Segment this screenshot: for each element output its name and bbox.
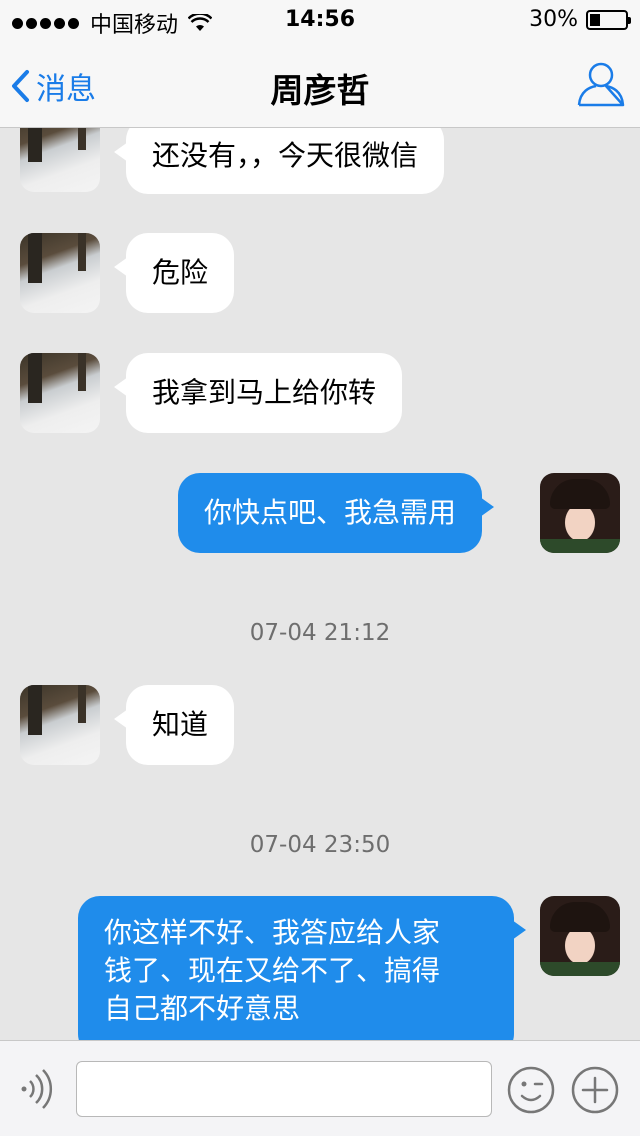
message-input[interactable] — [76, 1061, 492, 1117]
message-bubble-incoming[interactable]: 还没有，，今天很微信 — [113, 128, 445, 194]
message-text-line: 自己都不好意思 — [104, 992, 301, 1025]
my-avatar[interactable] — [540, 896, 620, 976]
message-text: 我拿到马上给你转 — [152, 376, 377, 409]
message-bubble-incoming[interactable]: 知道 — [113, 685, 235, 765]
person-icon[interactable] — [576, 58, 626, 108]
contact-avatar[interactable] — [20, 128, 100, 192]
emoji-icon[interactable] — [506, 1065, 556, 1115]
message-bubble-incoming[interactable]: 危险 — [113, 233, 235, 313]
plus-icon[interactable] — [570, 1065, 620, 1115]
navigation-bar: 消息 周彦哲 — [0, 40, 640, 128]
message-bubble-incoming[interactable]: 我拿到马上给你转 — [113, 353, 403, 433]
battery-icon — [586, 9, 631, 30]
contact-avatar[interactable] — [20, 353, 100, 433]
message-bubble-outgoing[interactable]: 你这样不好、我答应给人家 钱了、现在又给不了、搞得 自己都不好意思 — [78, 896, 526, 1040]
message-timestamp: 07-04 21:12 — [249, 620, 391, 646]
my-avatar[interactable] — [540, 473, 620, 553]
page-title: 周彦哲 — [270, 71, 370, 110]
status-bar: 中国移动 14:56 30% — [0, 0, 640, 40]
message-timestamp: 07-04 23:50 — [249, 832, 391, 858]
message-text: 危险 — [152, 256, 209, 289]
contact-avatar[interactable] — [20, 685, 100, 765]
message-bubble-outgoing[interactable]: 你快点吧、我急需用 — [178, 473, 495, 553]
message-text: 你快点吧、我急需用 — [204, 496, 457, 529]
battery-percent: 30% — [529, 7, 578, 32]
message-text: 还没有，，今天很微信 — [152, 139, 419, 172]
message-text: 知道 — [152, 708, 209, 741]
contact-avatar[interactable] — [20, 233, 100, 313]
status-right: 30% — [529, 7, 631, 32]
voice-icon[interactable] — [16, 1067, 60, 1111]
message-text-line: 你这样不好、我答应给人家 — [104, 916, 441, 949]
message-text-line: 钱了、现在又给不了、搞得 — [104, 954, 441, 987]
chat-messages: 还没有，，今天很微信 危险 我拿到马上给你转 你快点吧、我急需用 07-04 2… — [0, 128, 640, 1040]
input-toolbar — [0, 1040, 640, 1136]
